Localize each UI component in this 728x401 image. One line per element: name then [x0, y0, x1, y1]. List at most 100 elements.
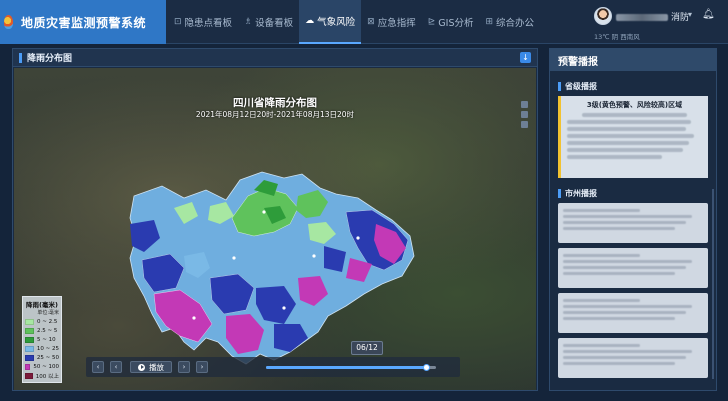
map-legend: 降雨(毫米) 单位:毫米 0 ~ 2.5 2.5 ~ 5 5 ~ 10 10 ~ 25… [22, 296, 62, 383]
playback-bar: ‹ ‹ 播放 › › [86, 357, 460, 377]
legend-row: 100 以上 [25, 371, 59, 380]
redacted-text [563, 356, 687, 359]
redacted-text [563, 266, 687, 269]
panel-title: 降雨分布图 [27, 54, 73, 64]
redacted-text [563, 317, 675, 320]
layer-icon[interactable] [521, 121, 528, 128]
app-logo-icon [4, 15, 13, 29]
timeline-progress [266, 366, 426, 369]
city-warning-card[interactable] [558, 293, 708, 333]
gis-icon: ⊵ [427, 17, 436, 27]
header-accent-bar [19, 52, 22, 63]
redacted-text [563, 260, 692, 263]
redacted-text [563, 254, 640, 257]
city-warning-card[interactable] [558, 203, 708, 243]
legend-items: 0 ~ 2.5 2.5 ~ 5 5 ~ 10 10 ~ 25 25 ~ 50 50 ~ 1… [25, 317, 59, 380]
legend-label: 2.5 ~ 5 [37, 327, 58, 334]
redacted-text [567, 120, 692, 124]
last-frame-button[interactable]: › [196, 361, 208, 373]
legend-swatch [25, 354, 34, 361]
user-area: 消防 ▾ 🔔︎ 13℃ 阴 西南风 [594, 5, 728, 41]
city-warning-card[interactable] [558, 248, 708, 288]
redacted-text [563, 209, 640, 212]
scrollbar[interactable] [712, 189, 714, 379]
nav-tab-1[interactable]: ♗ 设备看板 [238, 0, 299, 44]
avatar[interactable] [594, 7, 612, 25]
zoom-in-icon[interactable] [521, 101, 528, 108]
redacted-text [563, 215, 692, 218]
map-subtitle: 2021年08月12日20时-2021年08月13日20时 [195, 110, 355, 119]
redacted-text [567, 155, 662, 159]
legend-swatch [25, 327, 34, 334]
nav-tab-4[interactable]: ⊵ GIS分析 [422, 0, 480, 44]
nav-tab-label: GIS分析 [438, 18, 474, 29]
legend-row: 25 ~ 50 [25, 353, 59, 362]
nav-tab-0[interactable]: ⊡ 隐患点看板 [168, 0, 238, 44]
legend-title: 降雨(毫米) [26, 301, 58, 309]
city-warning-card[interactable] [558, 338, 708, 378]
redacted-text [563, 350, 692, 353]
map-zoom-controls [521, 101, 529, 131]
timeline-slider[interactable] [266, 364, 436, 371]
legend-label: 10 ~ 25 [36, 345, 59, 352]
nav-tab-label: 隐患点看板 [184, 18, 233, 29]
legend-swatch [25, 372, 33, 379]
nav-tab-3[interactable]: ⊠ 应急指挥 [361, 0, 422, 44]
legend-label: 25 ~ 50 [36, 354, 59, 361]
legend-row: 50 ~ 100 [25, 362, 59, 371]
zoom-out-icon[interactable] [521, 111, 528, 118]
redacted-text [563, 305, 692, 308]
warning-panel-title: 预警播报 [550, 49, 716, 71]
redacted-text [567, 134, 694, 138]
redacted-text [563, 344, 640, 347]
nav-tab-5[interactable]: ⊞ 综合办公 [479, 0, 540, 44]
play-icon [138, 363, 145, 371]
legend-unit: 单位:毫米 [37, 310, 59, 316]
brand[interactable]: 地质灾害监测预警系统 [0, 0, 166, 44]
redacted-text [567, 148, 684, 152]
user-name-redacted [616, 14, 668, 21]
first-frame-button[interactable]: ‹ [92, 361, 104, 373]
chevron-down-icon[interactable]: ▾ [688, 10, 692, 19]
panel-header: 降雨分布图 ↓ [13, 49, 537, 67]
province-warning-card[interactable]: 3级(黄色预警、风险较高)区域 [558, 96, 708, 178]
redacted-text [567, 127, 686, 131]
nav-tab-2[interactable]: ☁ 气象风险 [299, 0, 362, 44]
legend-swatch [25, 318, 34, 325]
cloud-icon: ☁ [305, 16, 315, 26]
warning-panel: 预警播报 省级播报 3级(黄色预警、风险较高)区域 市州播报 [549, 48, 717, 391]
redacted-text [563, 299, 640, 302]
map-canvas[interactable]: 四川省降雨分布图 2021年08月12日20时-2021年08月13日20时 降… [14, 68, 536, 390]
play-button[interactable]: 播放 [130, 361, 172, 373]
redacted-text [563, 227, 675, 230]
redacted-text [563, 311, 687, 314]
legend-row: 2.5 ~ 5 [25, 326, 59, 335]
app-title: 地质灾害监测预警系统 [21, 15, 147, 30]
map-title: 四川省降雨分布图 [233, 97, 317, 109]
command-icon: ⊠ [367, 17, 375, 27]
sichuan-rainfall-map[interactable] [114, 128, 424, 368]
bell-icon[interactable]: 🔔︎ [702, 9, 715, 20]
download-icon[interactable]: ↓ [520, 52, 531, 63]
redacted-text [563, 362, 675, 365]
legend-row: 10 ~ 25 [25, 344, 59, 353]
user-name[interactable]: 消防 [616, 10, 689, 23]
province-warning-title: 3级(黄色预警、风险较高)区域 [586, 101, 683, 109]
redacted-text [581, 113, 688, 117]
nav-tab-label: 综合办公 [496, 18, 535, 29]
device-icon: ♗ [244, 17, 253, 27]
timeline-handle[interactable] [422, 364, 430, 371]
legend-swatch [25, 336, 34, 343]
legend-label: 100 以上 [35, 373, 59, 380]
prev-frame-button[interactable]: ‹ [110, 361, 122, 373]
monitor-icon: ⊡ [174, 17, 182, 27]
nav-tab-label: 气象风险 [317, 17, 356, 28]
next-frame-button[interactable]: › [178, 361, 190, 373]
weather-info: 13℃ 阴 西南风 [594, 33, 640, 41]
legend-label: 50 ~ 100 [33, 363, 59, 370]
city-section-header: 市州播报 [558, 188, 716, 199]
time-tooltip: 06/12 [351, 341, 383, 355]
section-accent-bar [558, 189, 561, 198]
legend-label: 0 ~ 2.5 [37, 318, 58, 325]
top-header: 地质灾害监测预警系统 ⊡ 隐患点看板 ♗ 设备看板 ☁ 气象风险 ⊠ 应急指挥 ⊵ GIS分析 ⊞ 综… [0, 0, 728, 44]
